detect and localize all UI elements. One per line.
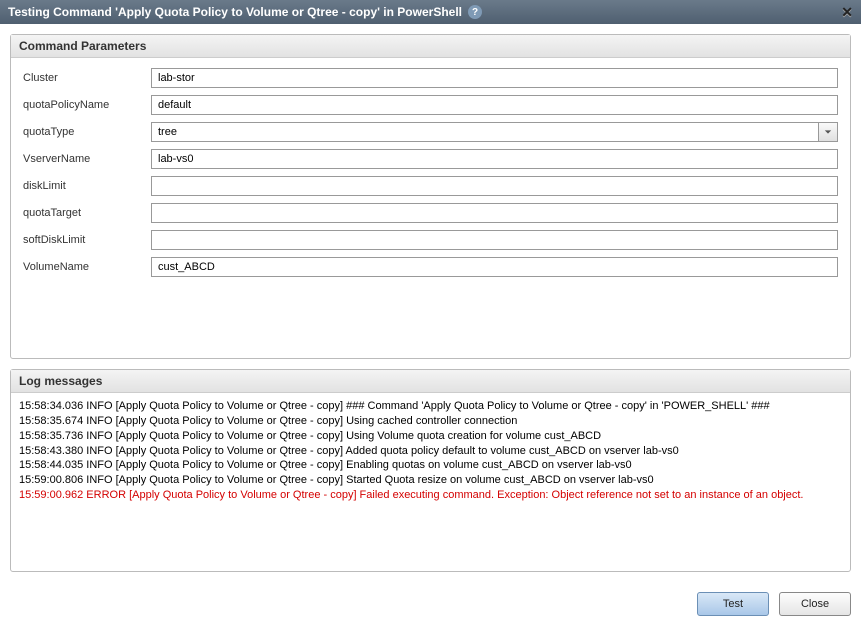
field-row-quota-policy-name: quotaPolicyName — [23, 95, 838, 115]
command-parameters-header: Command Parameters — [11, 35, 850, 58]
log-messages-body[interactable]: 15:58:34.036 INFO [Apply Quota Policy to… — [11, 393, 850, 571]
chevron-down-icon — [824, 128, 832, 136]
vserver-name-label: VserverName — [23, 153, 151, 165]
quota-target-input[interactable] — [151, 203, 838, 223]
field-row-cluster: Cluster — [23, 68, 838, 88]
log-line: 15:58:35.674 INFO [Apply Quota Policy to… — [19, 414, 842, 429]
log-line: 15:58:34.036 INFO [Apply Quota Policy to… — [19, 399, 842, 414]
cluster-input[interactable] — [151, 68, 838, 88]
quota-policy-name-input[interactable] — [151, 95, 838, 115]
disk-limit-input[interactable] — [151, 176, 838, 196]
dialog-body: Command Parameters Cluster quotaPolicyNa… — [0, 24, 861, 588]
log-line: 15:59:00.806 INFO [Apply Quota Policy to… — [19, 473, 842, 488]
test-button[interactable]: Test — [697, 592, 769, 616]
titlebar: Testing Command 'Apply Quota Policy to V… — [0, 0, 861, 24]
quota-type-select[interactable] — [151, 122, 838, 142]
quota-type-dropdown-button[interactable] — [818, 122, 838, 142]
field-row-vserver-name: VserverName — [23, 149, 838, 169]
field-row-quota-target: quotaTarget — [23, 203, 838, 223]
dialog-title: Testing Command 'Apply Quota Policy to V… — [8, 5, 462, 19]
quota-target-label: quotaTarget — [23, 207, 151, 219]
close-button[interactable]: Close — [779, 592, 851, 616]
quota-type-input[interactable] — [151, 122, 818, 142]
field-row-volume-name: VolumeName — [23, 257, 838, 277]
field-row-quota-type: quotaType — [23, 122, 838, 142]
quota-type-label: quotaType — [23, 126, 151, 138]
soft-disk-limit-label: softDiskLimit — [23, 234, 151, 246]
soft-disk-limit-input[interactable] — [151, 230, 838, 250]
log-line: 15:58:44.035 INFO [Apply Quota Policy to… — [19, 458, 842, 473]
vserver-name-input[interactable] — [151, 149, 838, 169]
command-parameters-panel: Command Parameters Cluster quotaPolicyNa… — [10, 34, 851, 359]
volume-name-label: VolumeName — [23, 261, 151, 273]
log-messages-panel: Log messages 15:58:34.036 INFO [Apply Qu… — [10, 369, 851, 572]
disk-limit-label: diskLimit — [23, 180, 151, 192]
log-line: 15:58:43.380 INFO [Apply Quota Policy to… — [19, 444, 842, 459]
field-row-soft-disk-limit: softDiskLimit — [23, 230, 838, 250]
log-messages-header: Log messages — [11, 370, 850, 393]
volume-name-input[interactable] — [151, 257, 838, 277]
log-line: 15:58:35.736 INFO [Apply Quota Policy to… — [19, 429, 842, 444]
button-bar: Test Close — [0, 588, 861, 624]
help-icon[interactable]: ? — [468, 5, 482, 19]
close-icon[interactable]: ✕ — [841, 4, 853, 21]
cluster-label: Cluster — [23, 72, 151, 84]
quota-policy-name-label: quotaPolicyName — [23, 99, 151, 111]
field-row-disk-limit: diskLimit — [23, 176, 838, 196]
log-line: 15:59:00.962 ERROR [Apply Quota Policy t… — [19, 488, 842, 503]
